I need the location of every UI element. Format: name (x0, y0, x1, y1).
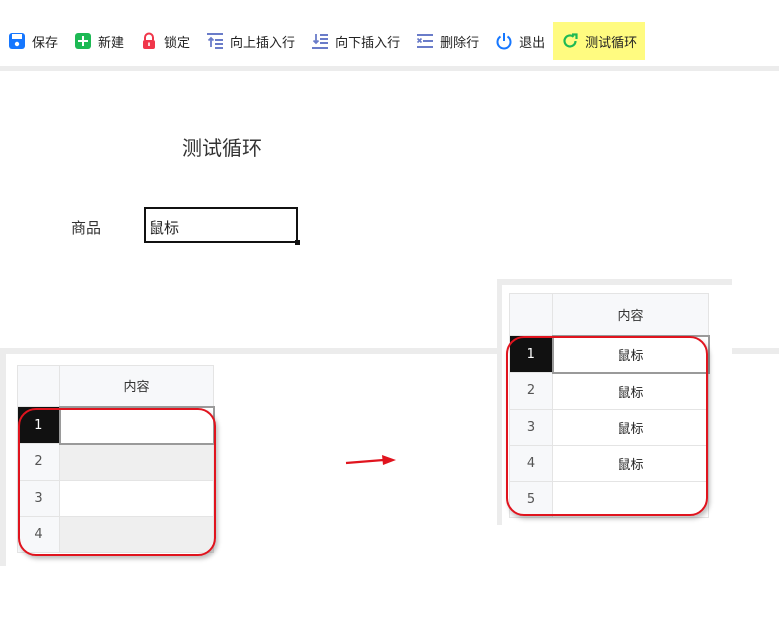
row-number[interactable]: 1 (17, 406, 60, 444)
column-header-content[interactable]: 内容 (552, 293, 709, 336)
table-row[interactable]: 1 (17, 405, 215, 445)
lock-icon (140, 32, 158, 50)
content-cell[interactable] (59, 443, 214, 481)
section-divider (732, 348, 779, 354)
form-title: 测试循环 (182, 136, 262, 160)
section-divider (497, 279, 502, 525)
test-loop-button[interactable]: 测试循环 (553, 22, 646, 60)
add-icon (74, 32, 92, 50)
table-row[interactable]: 3 (17, 479, 214, 517)
section-divider (497, 279, 732, 285)
power-icon (495, 32, 513, 50)
content-cell[interactable] (59, 515, 214, 553)
table-row[interactable]: 5 (509, 480, 709, 518)
grid-corner (17, 365, 60, 407)
content-cell[interactable] (58, 405, 215, 445)
table-row[interactable]: 3 鼠标 (509, 408, 709, 446)
row-number[interactable]: 1 (509, 335, 553, 373)
table-row[interactable]: 4 (17, 515, 214, 553)
table-row[interactable]: 2 (17, 443, 214, 481)
lock-button[interactable]: 锁定 (132, 22, 198, 60)
row-number[interactable]: 5 (509, 480, 553, 518)
save-icon (8, 32, 26, 50)
content-cell[interactable]: 鼠标 (552, 408, 709, 446)
toolbar: 保存 新建 锁定 向上插入行 向下插入行 删除行 退出 测试循环 (0, 18, 779, 64)
table-row[interactable]: 1 鼠标 (509, 334, 710, 374)
row-number[interactable]: 3 (509, 408, 553, 446)
table-row[interactable]: 2 鼠标 (509, 372, 709, 410)
row-number[interactable]: 2 (17, 443, 60, 481)
section-divider (0, 354, 6, 566)
row-number[interactable]: 3 (17, 479, 60, 517)
insert-row-above-icon (206, 32, 224, 50)
delete-row-icon (416, 32, 434, 50)
section-divider (0, 348, 500, 354)
grid-corner (509, 293, 553, 336)
toolbar-divider (0, 66, 779, 71)
delete-row-button[interactable]: 删除行 (408, 22, 487, 60)
content-cell[interactable]: 鼠标 (552, 444, 709, 482)
arrow-right-icon (345, 455, 396, 465)
column-header-content[interactable]: 内容 (59, 365, 214, 407)
refresh-icon (561, 32, 579, 50)
table-row[interactable]: 4 鼠标 (509, 444, 709, 482)
insert-row-below-icon (311, 32, 329, 50)
exit-button[interactable]: 退出 (487, 22, 553, 60)
row-number[interactable]: 4 (17, 515, 60, 553)
save-button[interactable]: 保存 (0, 22, 66, 60)
product-field[interactable]: 鼠标 (144, 207, 300, 245)
grid-after: 内容 1 鼠标 2 鼠标 3 鼠标 4 鼠标 5 (509, 293, 710, 518)
insert-row-below-button[interactable]: 向下插入行 (303, 22, 408, 60)
content-cell[interactable] (552, 480, 709, 518)
grid-before: 内容 1 2 3 4 (17, 365, 215, 553)
product-label: 商品 (71, 219, 102, 237)
row-number[interactable]: 4 (509, 444, 553, 482)
content-cell[interactable] (59, 479, 214, 517)
new-button[interactable]: 新建 (66, 22, 132, 60)
insert-row-above-button[interactable]: 向上插入行 (198, 22, 303, 60)
row-number[interactable]: 2 (509, 372, 553, 410)
content-cell[interactable]: 鼠标 (552, 372, 709, 410)
content-cell[interactable]: 鼠标 (551, 334, 710, 374)
